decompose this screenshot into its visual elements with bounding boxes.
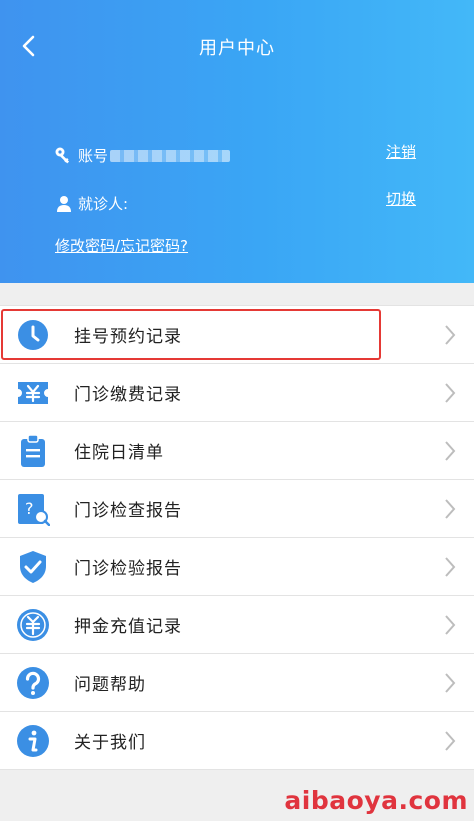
masked-account-value [110,149,231,162]
account-row: 账号 [54,145,231,166]
user-header: 用户中心 账号 就诊人: 注销 切换 修改密码/忘记密码? [0,0,474,283]
menu-item-outpatient-exam-report[interactable]: ? 门诊检查报告 [0,480,474,538]
report-search-icon: ? [16,492,50,526]
menu-item-label: 挂号预约记录 [74,327,182,347]
chevron-right-icon [445,614,456,635]
menu-item-help[interactable]: 问题帮助 [0,654,474,712]
chevron-right-icon [445,556,456,577]
switch-patient-link[interactable]: 切换 [386,188,416,209]
shield-check-icon [16,550,50,584]
logout-link[interactable]: 注销 [386,141,416,162]
yen-ticket-icon [16,376,50,410]
clipboard-icon [16,433,50,468]
menu-item-outpatient-lab-report[interactable]: 门诊检验报告 [0,538,474,596]
menu-item-outpatient-payment[interactable]: 门诊缴费记录 [0,364,474,422]
menu-item-registration-records[interactable]: 挂号预约记录 [0,306,474,364]
chevron-right-icon [445,324,456,345]
deposit-icon [16,608,50,642]
chevron-right-icon [445,730,456,751]
watermark: aibaoya.com [284,786,468,815]
menu-item-inpatient-daily-list[interactable]: 住院日清单 [0,422,474,480]
menu-item-about-us[interactable]: 关于我们 [0,712,474,770]
menu-item-label: 门诊检查报告 [74,501,182,521]
clock-icon [16,318,50,352]
menu-item-label: 关于我们 [74,733,146,753]
patient-row: 就诊人: [54,193,128,214]
chevron-right-icon [445,382,456,403]
question-icon [16,666,50,700]
menu-list: 挂号预约记录 门诊缴费记录 住院日清单 ? 门诊检查报告 门诊检验报告 押金充值… [0,305,474,770]
account-label: 账号 [78,147,109,165]
svg-text:?: ? [25,499,34,518]
patient-label: 就诊人: [78,195,129,213]
chevron-right-icon [445,440,456,461]
menu-item-label: 押金充值记录 [74,617,182,637]
menu-item-label: 门诊检验报告 [74,559,182,579]
menu-item-label: 住院日清单 [74,443,164,463]
key-icon [54,146,74,166]
person-icon [54,194,74,214]
info-icon [16,724,50,758]
chevron-right-icon [445,498,456,519]
menu-item-label: 问题帮助 [74,675,146,695]
menu-item-label: 门诊缴费记录 [74,385,182,405]
page-title: 用户中心 [199,38,275,59]
change-password-link[interactable]: 修改密码/忘记密码? [55,235,188,256]
menu-item-deposit-records[interactable]: 押金充值记录 [0,596,474,654]
chevron-right-icon [445,672,456,693]
